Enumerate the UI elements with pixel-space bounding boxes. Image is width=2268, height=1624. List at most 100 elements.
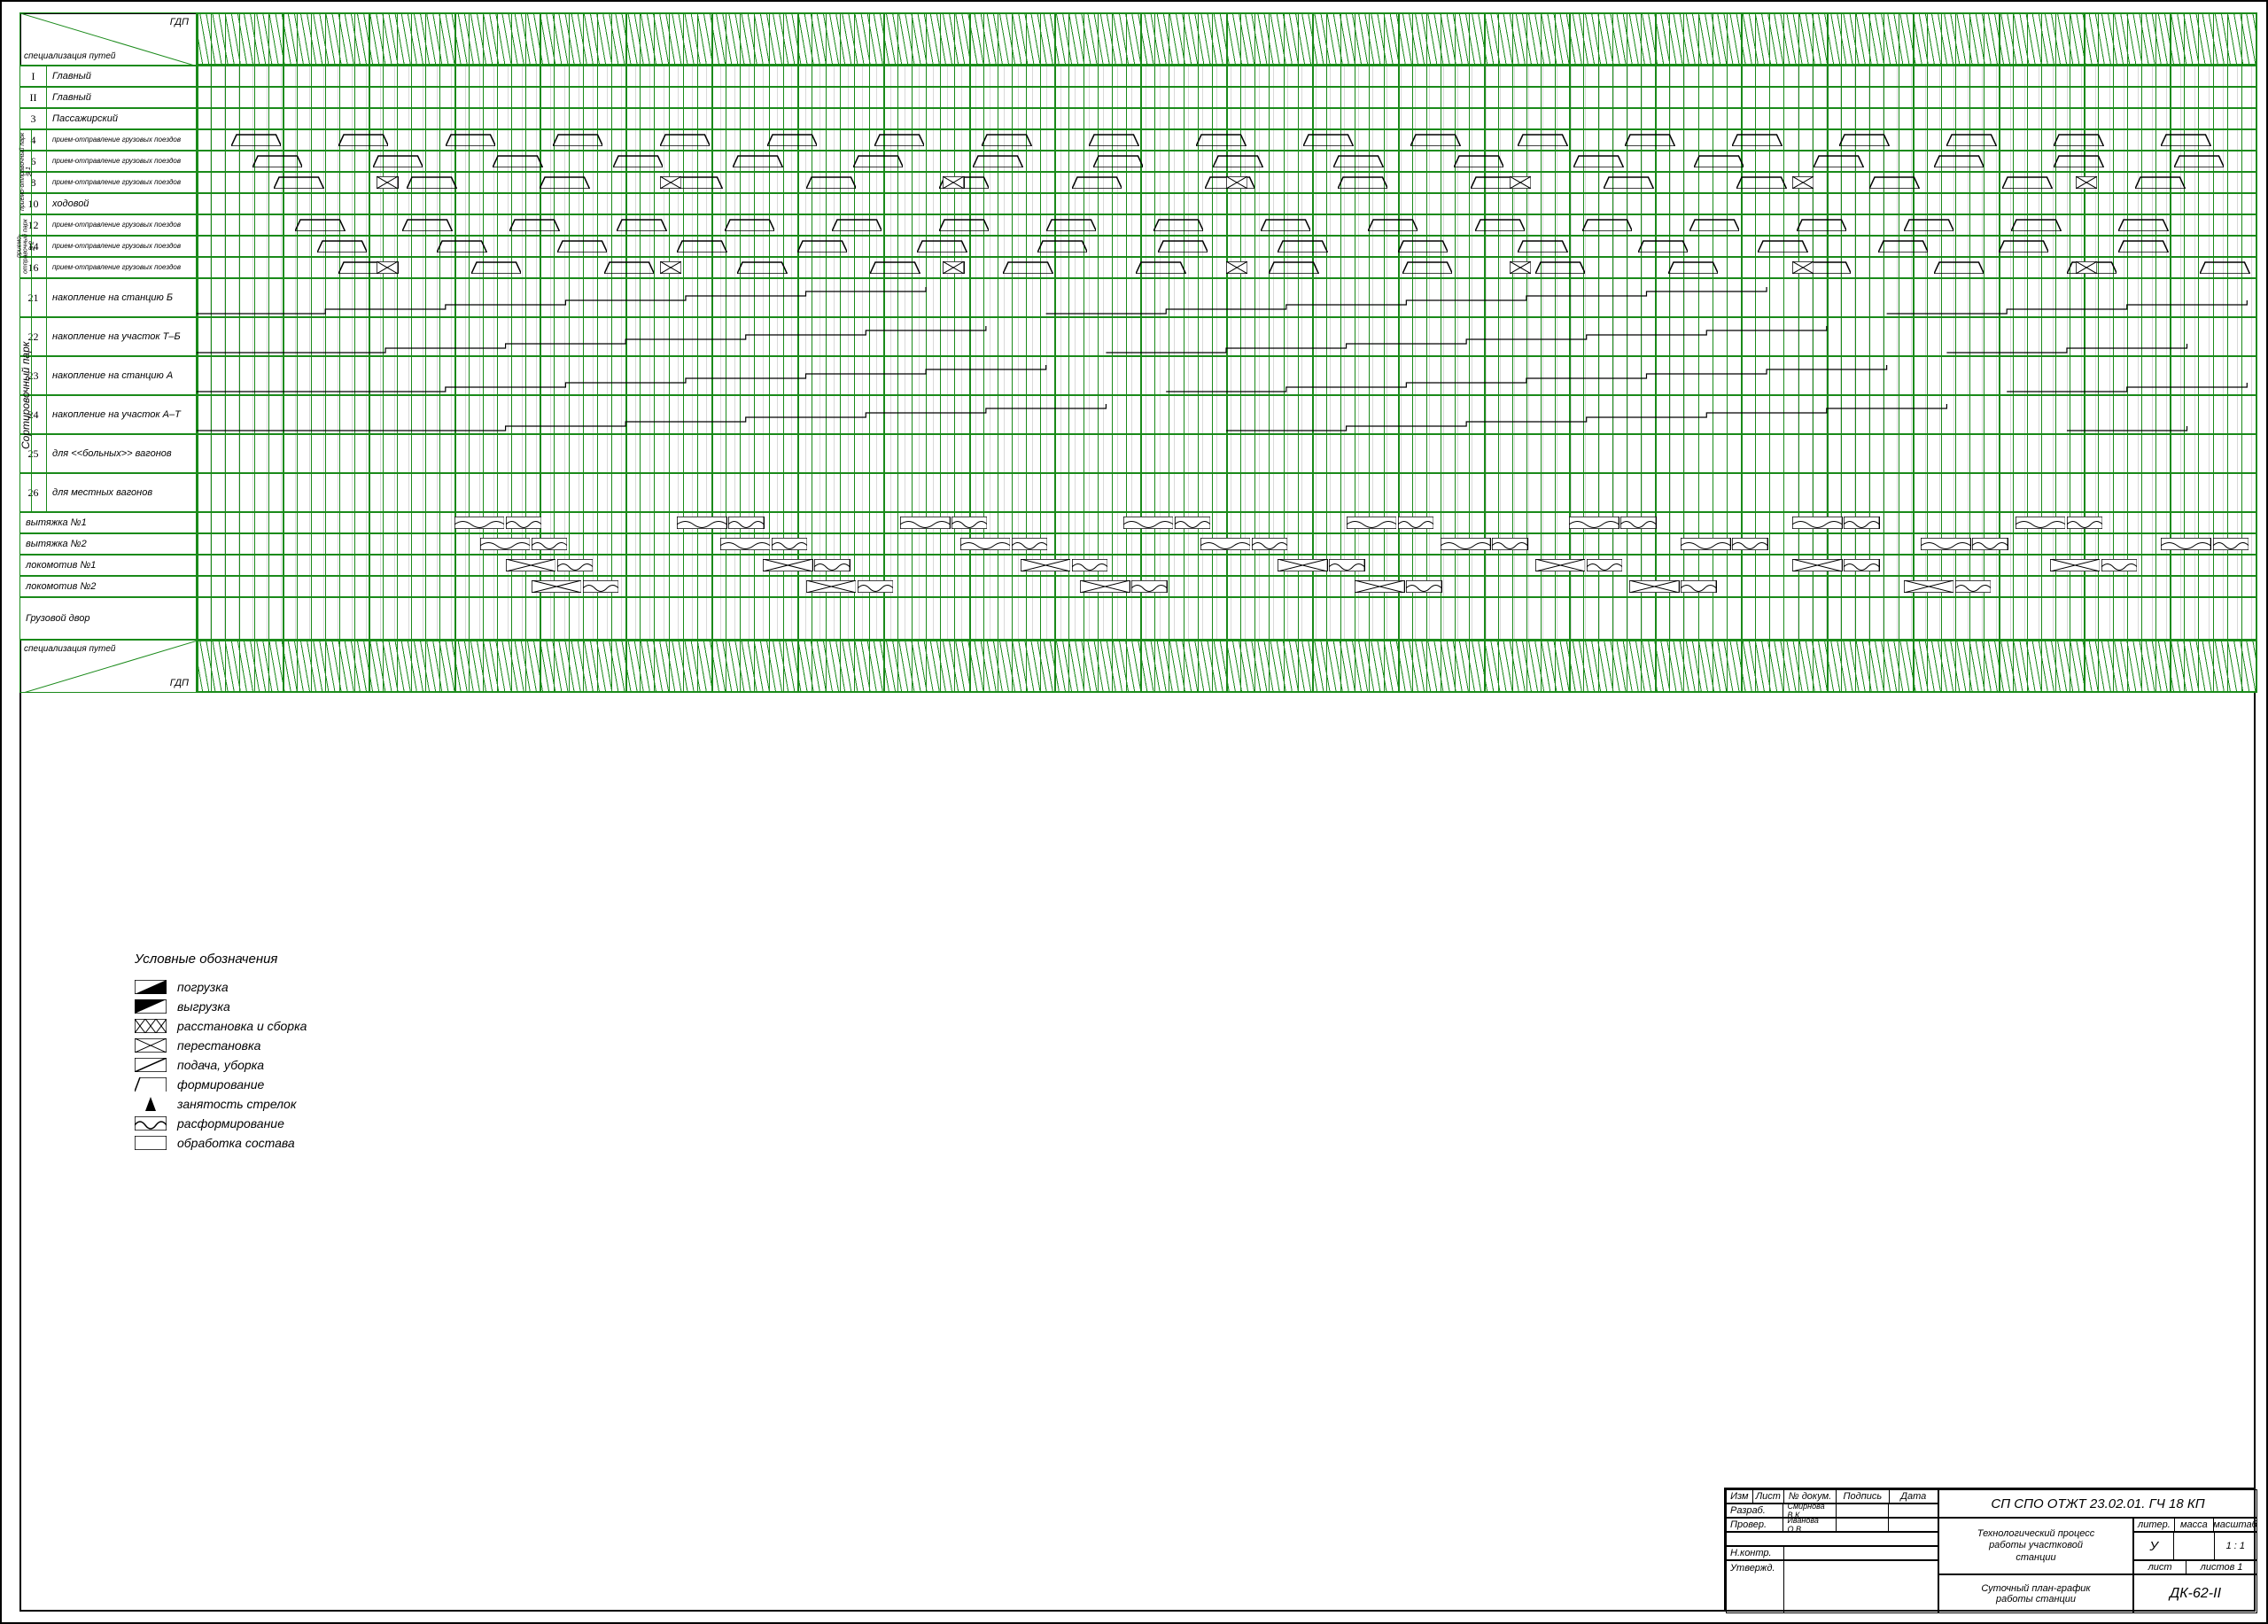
tenmin-line bbox=[912, 12, 913, 693]
tenmin-line bbox=[1340, 12, 1341, 693]
track-header: 25для <<больных>> вагонов bbox=[19, 434, 197, 473]
tenmin-line bbox=[1927, 12, 1928, 693]
hour-line bbox=[1140, 12, 1142, 693]
hour-line bbox=[625, 12, 627, 693]
track-header: 21накопление на станцию Б bbox=[19, 278, 197, 317]
legend-label: расстановка и сборка bbox=[177, 1019, 307, 1033]
tenmin-line bbox=[897, 12, 898, 693]
legend-swatch-load bbox=[135, 980, 167, 994]
spec-label-top: специализация путей bbox=[24, 51, 115, 61]
tb-draw1: Суточный план-график bbox=[1981, 1583, 2090, 1594]
hour-line bbox=[969, 12, 971, 693]
tenmin-line bbox=[683, 12, 684, 693]
hour-line bbox=[1741, 12, 1743, 693]
track-header: 12прием-отправление грузовых поездов bbox=[19, 214, 197, 236]
tb-sch: масштаб bbox=[2214, 1519, 2256, 1531]
track-number: II bbox=[20, 88, 47, 107]
tenmin-line bbox=[211, 12, 212, 693]
tenmin-line bbox=[1326, 12, 1327, 693]
group-label: Сортировочный парк bbox=[19, 278, 32, 512]
track-header: 14прием-отправление грузовых поездов bbox=[19, 236, 197, 257]
tenmin-line bbox=[2013, 12, 2014, 693]
tenmin-line bbox=[239, 12, 240, 693]
tb-nkontr: Н.контр. bbox=[1727, 1547, 1784, 1559]
tenmin-line bbox=[1598, 12, 1599, 693]
track-header: локомотив №2 bbox=[19, 576, 197, 597]
hour-line bbox=[2084, 12, 2085, 693]
tenmin-line bbox=[225, 12, 226, 693]
track-label: накопление на участок А–Т bbox=[47, 396, 196, 433]
tenmin-line bbox=[469, 12, 470, 693]
tenmin-line bbox=[1526, 12, 1527, 693]
track-label: вытяжка №1 bbox=[20, 513, 196, 532]
tenmin-line bbox=[325, 12, 326, 693]
hour-line bbox=[1398, 12, 1400, 693]
track-header: 23накопление на станцию А bbox=[19, 356, 197, 395]
hour-line bbox=[369, 12, 370, 693]
track-number: 3 bbox=[20, 109, 47, 128]
legend-label: обработка состава bbox=[177, 1136, 295, 1150]
tenmin-line bbox=[569, 12, 570, 693]
tenmin-line bbox=[1298, 12, 1299, 693]
tenmin-line bbox=[439, 12, 440, 693]
tenmin-line bbox=[1040, 12, 1041, 693]
hour-line bbox=[2170, 12, 2171, 693]
tenmin-line bbox=[1955, 12, 1956, 693]
legend-label: погрузка bbox=[177, 980, 229, 994]
tb-name1: Смирнова В.К. bbox=[1783, 1504, 1837, 1517]
tb-mass: масса bbox=[2175, 1519, 2214, 1531]
tenmin-line bbox=[2041, 12, 2042, 693]
tb-draw2: работы станции bbox=[1996, 1594, 2076, 1605]
tenmin-line bbox=[1555, 12, 1556, 693]
tenmin-line bbox=[940, 12, 941, 693]
legend-item: перестановка bbox=[135, 1038, 307, 1053]
tenmin-line bbox=[1426, 12, 1427, 693]
track-label: локомотив №1 bbox=[20, 556, 196, 575]
tenmin-line bbox=[525, 12, 526, 693]
track-header: 26для местных вагонов bbox=[19, 473, 197, 512]
hour-line bbox=[1827, 12, 1829, 693]
track-header: Грузовой двор bbox=[19, 597, 197, 640]
legend-title: Условные обозначения bbox=[135, 952, 307, 967]
legend-item: формирование bbox=[135, 1077, 307, 1092]
tenmin-line bbox=[1412, 12, 1413, 693]
tenmin-line bbox=[1269, 12, 1270, 693]
tenmin-line bbox=[1469, 12, 1470, 693]
track-label: локомотив №2 bbox=[20, 577, 196, 596]
tenmin-line bbox=[869, 12, 870, 693]
hour-line bbox=[1054, 12, 1056, 693]
tenmin-line bbox=[1798, 12, 1799, 693]
track-header: 16прием-отправление грузовых поездов bbox=[19, 257, 197, 278]
hour-line bbox=[883, 12, 885, 693]
tenmin-line bbox=[840, 12, 841, 693]
track-header: 22накопление на участок Т–Б bbox=[19, 317, 197, 356]
tenmin-line bbox=[2141, 12, 2142, 693]
track-label: накопление на станцию А bbox=[47, 357, 196, 394]
track-label: для <<больных>> вагонов bbox=[47, 435, 196, 472]
tb-listh: Лист bbox=[1753, 1490, 1784, 1503]
hour-line bbox=[1569, 12, 1571, 693]
tenmin-line bbox=[1541, 12, 1542, 693]
tb-razrab: Разраб. bbox=[1727, 1504, 1783, 1517]
tenmin-line bbox=[1755, 12, 1756, 693]
hour-line bbox=[1484, 12, 1486, 693]
legend-swatch-form bbox=[135, 1077, 167, 1092]
tb-utverd: Утвержд. bbox=[1727, 1561, 1784, 1612]
tenmin-line bbox=[669, 12, 670, 693]
tenmin-line bbox=[2227, 12, 2228, 693]
tenmin-line bbox=[740, 12, 741, 693]
tb-lith: литер. bbox=[2134, 1519, 2175, 1531]
track-header: вытяжка №1 bbox=[19, 512, 197, 533]
title-block: Изм Лист № докум. Подпись Дата Разраб. С… bbox=[1724, 1488, 2256, 1612]
track-label: прием-отправление грузовых поездов bbox=[47, 152, 196, 171]
tenmin-line bbox=[1212, 12, 1213, 693]
tenmin-line bbox=[1612, 12, 1613, 693]
tb-u: У bbox=[2134, 1533, 2174, 1559]
track-label: Главный bbox=[47, 88, 196, 107]
group-label: приемо-отправочный парк №2 bbox=[19, 214, 32, 278]
tenmin-line bbox=[1154, 12, 1155, 693]
legend-label: расформирование bbox=[177, 1116, 284, 1131]
spec-label-bottom: специализация путей bbox=[24, 644, 115, 654]
tenmin-line bbox=[826, 12, 827, 693]
tenmin-line bbox=[1098, 12, 1099, 693]
